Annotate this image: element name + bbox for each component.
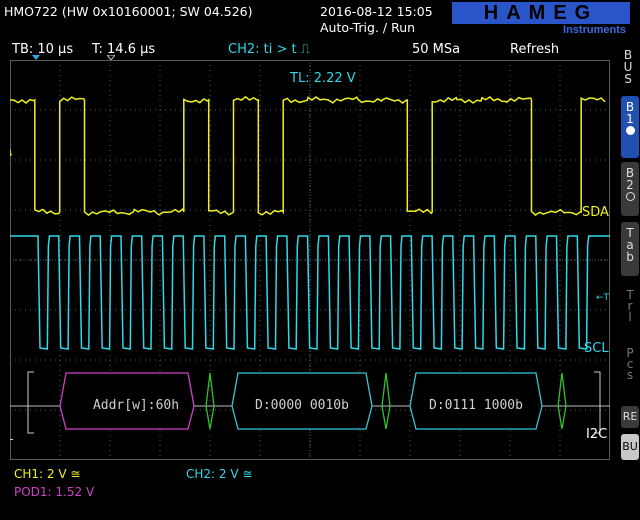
waveform-display[interactable]: TL: 2.22 V SDA SCL I2C BL 1↓ 1 2 2 ←T Ad… bbox=[10, 60, 610, 460]
trigger-condition[interactable]: CH2: ti > t ⎍ bbox=[228, 42, 310, 58]
ch2-scale[interactable]: CH2: 2 V ≅ bbox=[186, 466, 252, 482]
pcs-text: Pcs bbox=[623, 346, 637, 379]
trl-button[interactable]: Trl bbox=[621, 284, 639, 334]
trigger-level-marker[interactable]: ←T bbox=[596, 293, 610, 303]
frame-addr-text: Addr[w]:60h bbox=[93, 398, 179, 413]
channel-status-bar: CH1: 2 V ≅ CH2: 2 V ≅ POD1: 1.52 V bbox=[0, 462, 640, 520]
title-bar: HMO722 (HW 0x10160001; SW 04.526) 2016-0… bbox=[0, 0, 640, 40]
bus-menu-title: BUS bbox=[621, 48, 639, 92]
trigger-level-label: TL: 2.22 V bbox=[289, 71, 356, 86]
datetime: 2016-08-12 15:05 bbox=[320, 4, 433, 19]
trl-text: Trl bbox=[623, 288, 637, 321]
bu-button[interactable]: BU bbox=[621, 434, 639, 460]
pod1-threshold[interactable]: POD1: 1.52 V bbox=[14, 484, 94, 500]
tab-text: Tab bbox=[623, 226, 637, 262]
table-button[interactable]: Tab bbox=[621, 222, 639, 276]
timebase-readout[interactable]: TB: 10 µs bbox=[12, 42, 73, 58]
bus-marker: BL bbox=[10, 433, 13, 443]
side-menu: BUS B1 B2 Tab Trl Pcs RE BU bbox=[619, 44, 640, 464]
acquisition-mode[interactable]: Refresh bbox=[510, 42, 559, 58]
sda-waveform bbox=[10, 95, 606, 217]
ack-delimiter bbox=[557, 372, 567, 430]
pcs-button[interactable]: Pcs bbox=[621, 342, 639, 400]
i2c-label: I2C bbox=[586, 427, 607, 442]
ch1-offset-marker[interactable]: 1↓ bbox=[10, 149, 14, 159]
bus-start-bracket bbox=[27, 371, 34, 434]
frame-data2-text: D:0111 1000b bbox=[429, 398, 523, 413]
brand-text: HAMEG bbox=[483, 2, 599, 24]
bus-end-bracket bbox=[594, 371, 601, 434]
b1-selected-icon bbox=[625, 126, 635, 135]
scl-label: SCL bbox=[584, 341, 609, 356]
bus-title-text: BUS bbox=[621, 48, 635, 84]
b2-unselected-icon bbox=[625, 192, 635, 201]
frame-data1-text: D:0000 0010b bbox=[255, 398, 349, 413]
sample-rate: 50 MSa bbox=[412, 42, 461, 57]
bus-b1-button[interactable]: B1 bbox=[621, 96, 639, 158]
brand-sub: Instruments bbox=[563, 24, 626, 36]
trigger-time-readout[interactable]: T: 14.6 µs bbox=[92, 42, 155, 58]
bus-b2-button[interactable]: B2 bbox=[621, 162, 639, 216]
b1-text: B1 bbox=[623, 100, 637, 124]
ch1-scale[interactable]: CH1: 2 V ≅ bbox=[14, 466, 80, 482]
acquisition-status: Auto-Trig. / Run bbox=[320, 20, 416, 35]
sda-label: SDA bbox=[582, 205, 609, 220]
info-bar: TB: 10 µs T: 14.6 µs CH2: ti > t ⎍ 50 MS… bbox=[0, 40, 620, 60]
device-info: HMO722 (HW 0x10160001; SW 04.526) bbox=[4, 4, 253, 19]
re-button[interactable]: RE bbox=[621, 406, 639, 428]
ack-delimiter bbox=[381, 372, 391, 430]
b2-text: B2 bbox=[623, 166, 637, 190]
hameg-logo: HAMEG Instruments bbox=[452, 2, 630, 38]
